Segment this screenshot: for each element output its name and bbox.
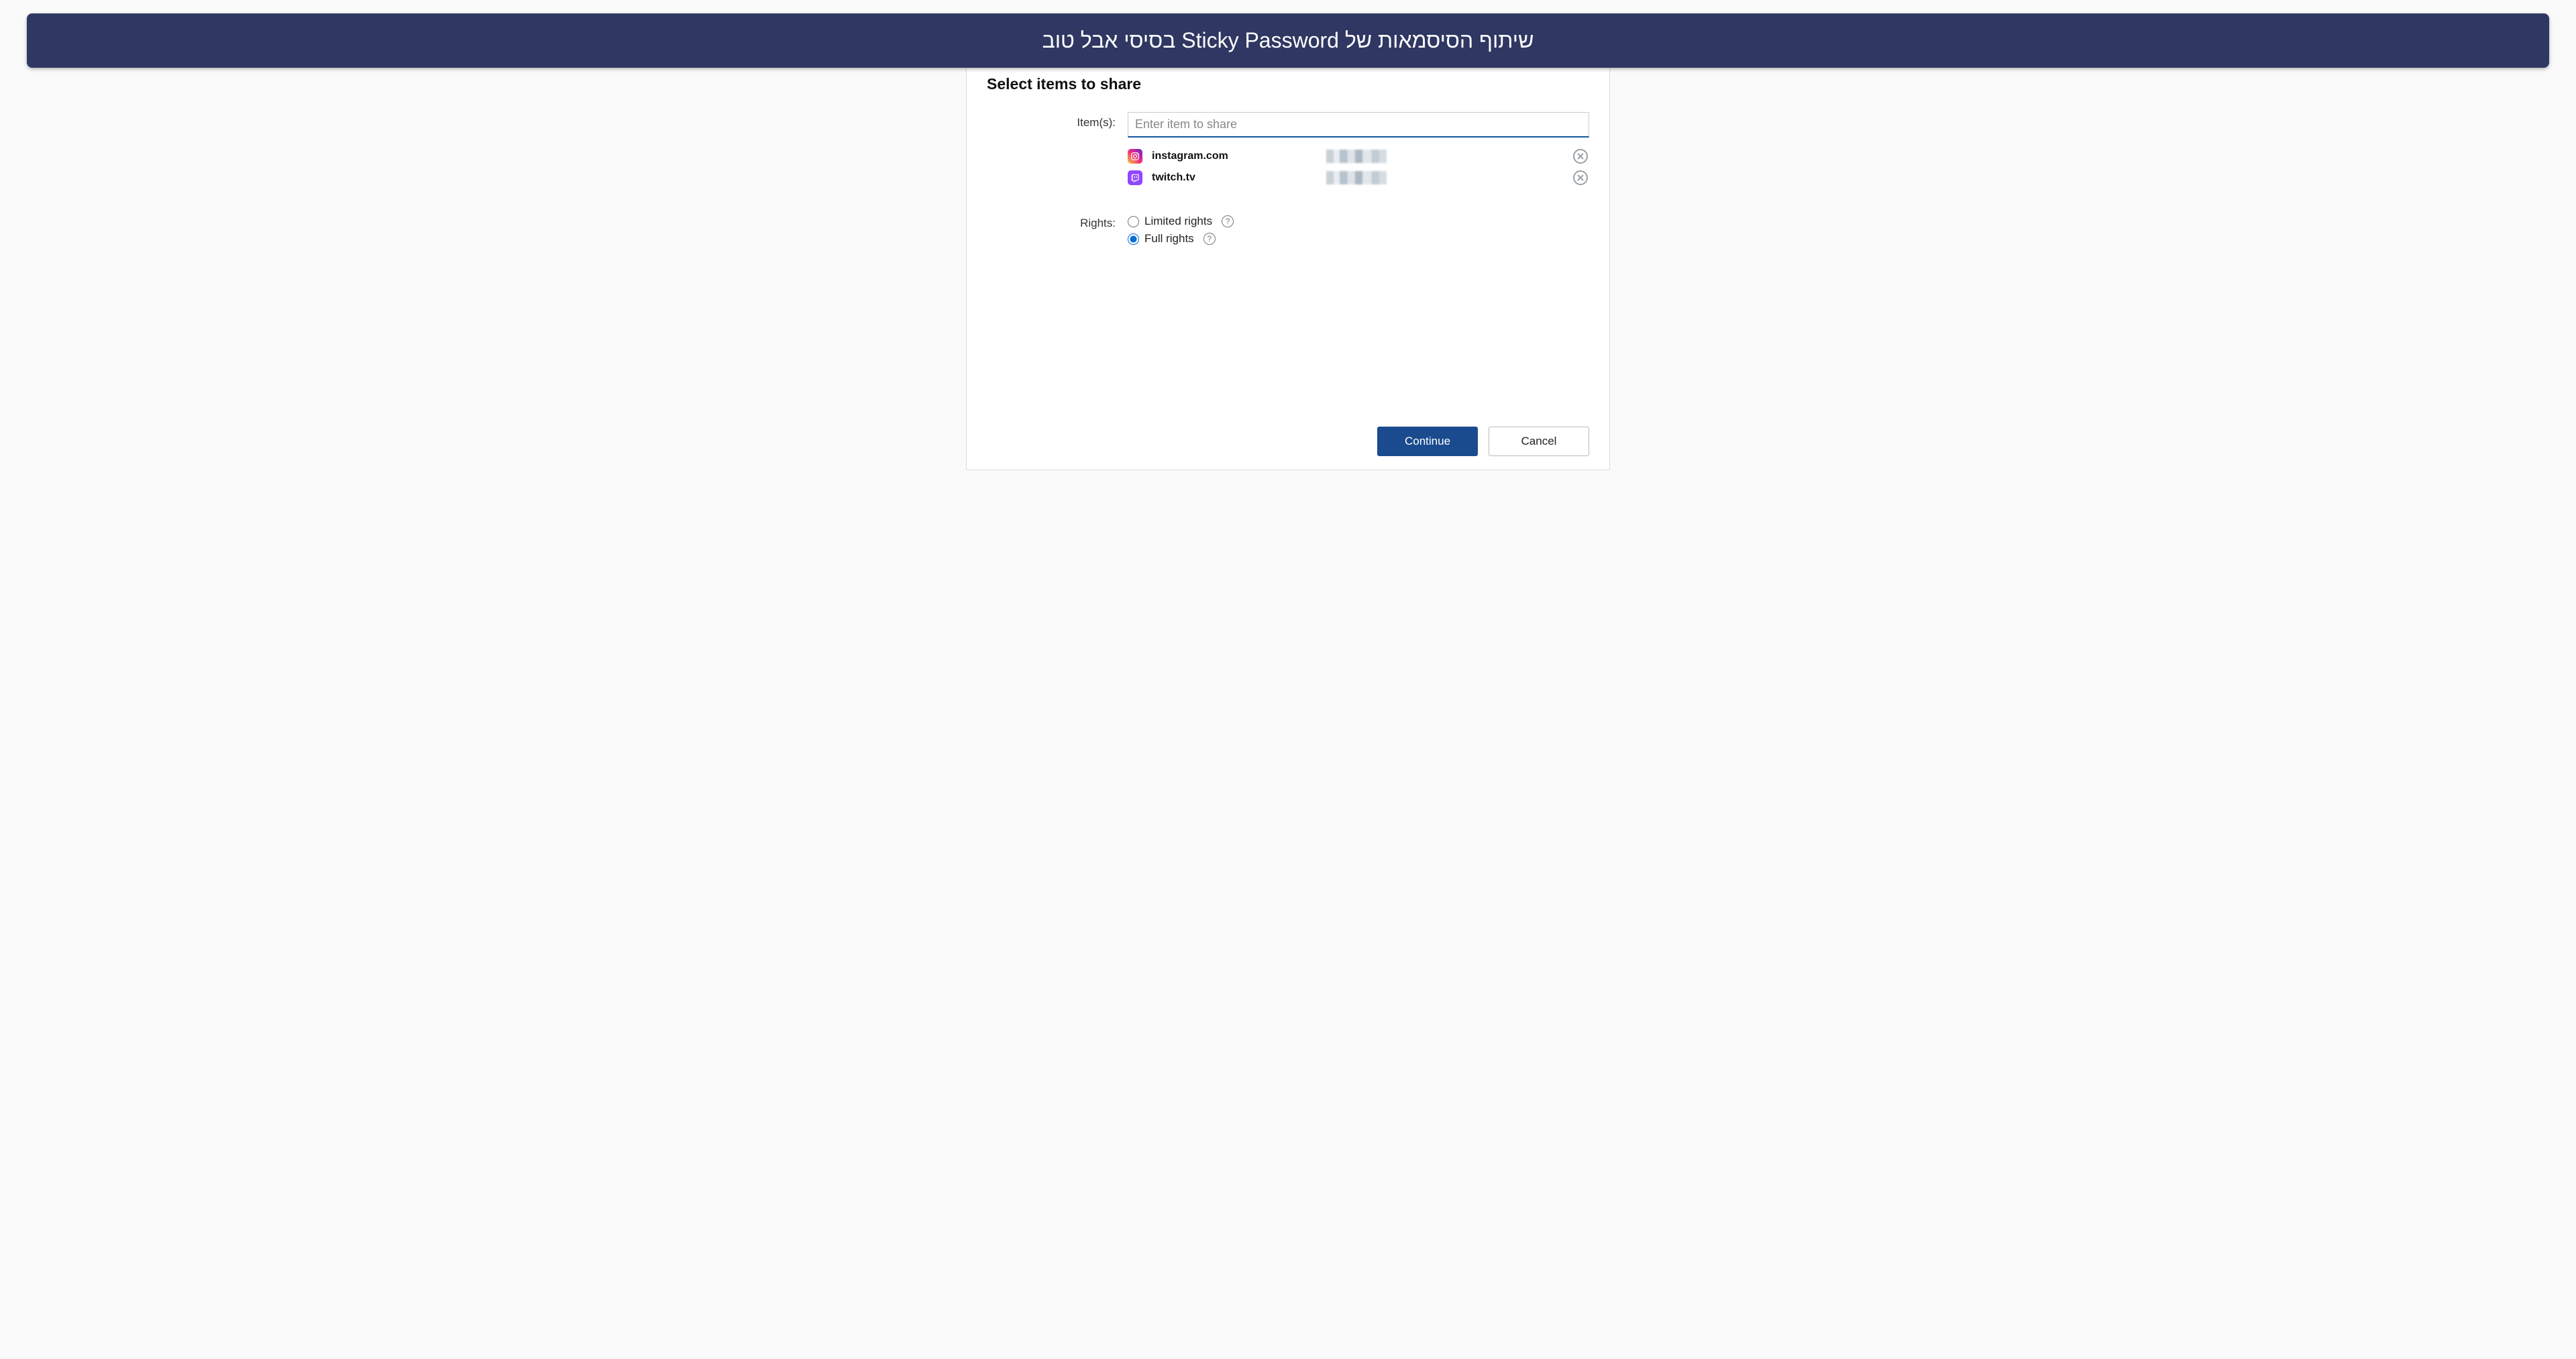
rights-option-limited[interactable]: Limited rights ? <box>1128 213 1589 230</box>
rights-radio-limited[interactable] <box>1128 216 1139 227</box>
list-item: instagram.com <box>1128 146 1589 167</box>
remove-item-button[interactable] <box>1573 170 1588 185</box>
rights-option-full[interactable]: Full rights ? <box>1128 230 1589 248</box>
rights-row: Rights: Limited rights ? Full rights ? <box>987 213 1589 248</box>
close-icon <box>1577 153 1584 160</box>
twitch-icon <box>1128 170 1142 185</box>
item-list: instagram.com <box>1128 146 1589 188</box>
items-label: Item(s): <box>987 112 1128 129</box>
help-icon[interactable]: ? <box>1222 215 1234 227</box>
instagram-icon <box>1128 149 1142 164</box>
rights-limited-label: Limited rights <box>1144 215 1212 228</box>
redacted-username <box>1326 171 1387 184</box>
item-input[interactable] <box>1128 112 1589 138</box>
annotation-text: שיתוף הסיסמאות של Sticky Password בסיסי … <box>1042 28 1534 52</box>
continue-button[interactable]: Continue <box>1377 427 1478 456</box>
share-dialog: Select items to share Item(s): instagram… <box>966 41 1610 470</box>
rights-label: Rights: <box>987 213 1128 230</box>
help-icon[interactable]: ? <box>1203 233 1216 245</box>
rights-radio-full[interactable] <box>1128 233 1139 245</box>
remove-item-button[interactable] <box>1573 149 1588 164</box>
dialog-footer: Continue Cancel <box>987 406 1589 456</box>
dialog-heading: Select items to share <box>987 75 1589 93</box>
cancel-button[interactable]: Cancel <box>1489 427 1589 456</box>
redacted-username <box>1326 150 1387 163</box>
item-name: twitch.tv <box>1152 172 1326 184</box>
rights-full-label: Full rights <box>1144 232 1194 246</box>
items-row: Item(s): instagram.com <box>987 112 1589 188</box>
list-item: twitch.tv <box>1128 167 1589 188</box>
annotation-banner: שיתוף הסיסמאות של Sticky Password בסיסי … <box>27 13 2549 68</box>
item-name: instagram.com <box>1152 150 1326 162</box>
close-icon <box>1577 174 1584 181</box>
